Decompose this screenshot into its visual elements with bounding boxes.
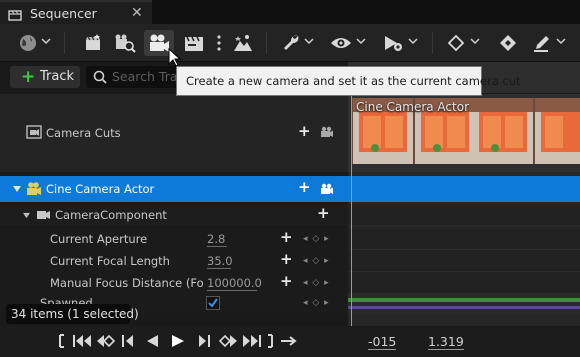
pen-icon[interactable]: [530, 30, 554, 56]
play-icon[interactable]: [170, 333, 186, 349]
add-track-button[interactable]: + Track: [10, 66, 80, 88]
camera-cuts-icon: [26, 125, 42, 139]
chevron-down-icon[interactable]: [41, 37, 51, 45]
camera-cuts-row[interactable]: Camera Cuts +: [0, 94, 348, 172]
cine-camera-actor-lane[interactable]: [348, 176, 580, 202]
next-key-icon[interactable]: [218, 333, 238, 349]
shot-label: Cine Camera Actor: [356, 100, 469, 114]
loop-mode-icon[interactable]: [280, 333, 298, 349]
property-row[interactable]: Manual Focus Distance (Focus 100000.0 + …: [0, 272, 348, 294]
spawned-bar: [348, 306, 580, 309]
chevron-down-icon[interactable]: [556, 37, 566, 45]
toolbar-separator: [64, 32, 65, 54]
add-icon[interactable]: +: [317, 204, 330, 222]
window-title-bar: Sequencer ✕: [0, 0, 580, 24]
wrench-icon[interactable]: [280, 30, 302, 56]
property-value-field[interactable]: 100000.0: [207, 276, 262, 291]
camera-search-icon[interactable]: [112, 30, 138, 56]
tooltip: Create a new camera and set it as the cu…: [176, 66, 521, 96]
step-forward-icon[interactable]: [196, 333, 212, 349]
search-icon: [93, 70, 107, 84]
search-placeholder: Search Tracks: [112, 69, 186, 84]
clapper-icon[interactable]: [180, 30, 208, 56]
transport-controls: [0, 326, 348, 357]
eye-icon[interactable]: [328, 30, 354, 56]
sequencer-tab[interactable]: Sequencer ✕: [0, 0, 152, 24]
shot-thumbnail: [473, 98, 533, 164]
key-add-icon[interactable]: [496, 30, 520, 56]
property-label: Current Aperture: [50, 232, 148, 246]
keyframe-nav-icon[interactable]: ◂ ◇ ▸: [303, 234, 330, 244]
cine-camera-actor-icon: [27, 182, 41, 195]
keyframe-nav-icon[interactable]: ◂ ◇ ▸: [303, 298, 330, 308]
close-icon[interactable]: ✕: [131, 5, 143, 21]
property-label: Current Focal Length: [50, 254, 170, 268]
mountain-icon[interactable]: [230, 30, 256, 56]
start-time-field[interactable]: -015: [368, 334, 397, 350]
add-icon[interactable]: +: [298, 178, 311, 196]
jump-to-start-icon[interactable]: [72, 333, 92, 349]
spawned-checkbox[interactable]: [206, 296, 220, 310]
cine-camera-actor-row[interactable]: Cine Camera Actor +: [0, 176, 348, 202]
camera-icon[interactable]: [320, 126, 334, 138]
spawned-bar: [348, 298, 580, 302]
property-lane: [348, 250, 580, 272]
chevron-down-icon[interactable]: [356, 37, 366, 45]
diamond-icon[interactable]: [444, 30, 468, 56]
step-back-icon[interactable]: [120, 333, 136, 349]
sequencer-toolbar: [0, 24, 580, 62]
toolbar-separator: [432, 32, 433, 54]
camera-component-lane: [348, 204, 580, 226]
expand-arrow-icon[interactable]: [22, 212, 31, 219]
range-start-icon[interactable]: [58, 333, 66, 349]
property-row[interactable]: Current Focal Length 35.0 + ◂ ◇ ▸: [0, 250, 348, 272]
camera-component-label: CameraComponent: [55, 208, 167, 222]
shot-thumbnail: [535, 98, 580, 164]
camera-cuts-label: Camera Cuts: [46, 126, 121, 140]
property-value-field[interactable]: 35.0: [207, 254, 233, 269]
expand-arrow-icon[interactable]: [12, 185, 22, 193]
playback-range-bar: -015 1.319: [348, 326, 580, 357]
keyframe-nav-icon[interactable]: ◂ ◇ ▸: [303, 278, 330, 288]
item-count-text: 34 items (1 selected): [11, 307, 139, 321]
property-lane: [348, 272, 580, 294]
chevron-down-icon[interactable]: [470, 37, 480, 45]
camera-icon[interactable]: [320, 183, 334, 195]
cinematic-new-icon[interactable]: [80, 30, 106, 56]
previous-key-icon[interactable]: [96, 333, 116, 349]
spawned-lane: [348, 294, 580, 314]
end-time-field[interactable]: 1.319: [428, 334, 464, 350]
chevron-down-icon[interactable]: [408, 37, 418, 45]
keyframe-nav-icon[interactable]: ◂ ◇ ▸: [303, 256, 330, 266]
camera-component-row[interactable]: CameraComponent +: [0, 204, 348, 226]
add-track-label: Track: [40, 69, 75, 84]
property-lane: [348, 228, 580, 250]
property-row[interactable]: Current Aperture 2.8 + ◂ ◇ ▸: [0, 228, 348, 250]
jump-to-end-icon[interactable]: [242, 333, 262, 349]
add-key-icon[interactable]: +: [280, 250, 293, 268]
mouse-cursor-icon: [168, 48, 182, 67]
play-settings-icon[interactable]: [380, 30, 406, 56]
property-label: Manual Focus Distance (Focus: [50, 276, 204, 290]
globe-icon[interactable]: [16, 30, 40, 56]
camera-component-icon: [37, 211, 50, 219]
add-icon[interactable]: +: [298, 122, 311, 140]
cine-camera-actor-label: Cine Camera Actor: [46, 182, 155, 196]
property-value-field[interactable]: 2.8: [207, 232, 227, 247]
add-key-icon[interactable]: +: [280, 228, 293, 246]
item-count-status: 34 items (1 selected): [6, 304, 139, 324]
toolbar-separator: [266, 32, 267, 54]
playhead-line[interactable]: [351, 94, 352, 326]
tab-title: Sequencer: [30, 6, 97, 21]
play-reverse-icon[interactable]: [144, 333, 160, 349]
more-vertical-icon[interactable]: [212, 30, 226, 56]
plus-icon: +: [21, 67, 36, 87]
add-key-icon[interactable]: +: [280, 272, 293, 290]
tooltip-text: Create a new camera and set it as the cu…: [186, 74, 521, 88]
chevron-down-icon[interactable]: [304, 37, 314, 45]
range-end-icon[interactable]: [266, 333, 274, 349]
search-input[interactable]: Search Tracks: [86, 66, 186, 88]
